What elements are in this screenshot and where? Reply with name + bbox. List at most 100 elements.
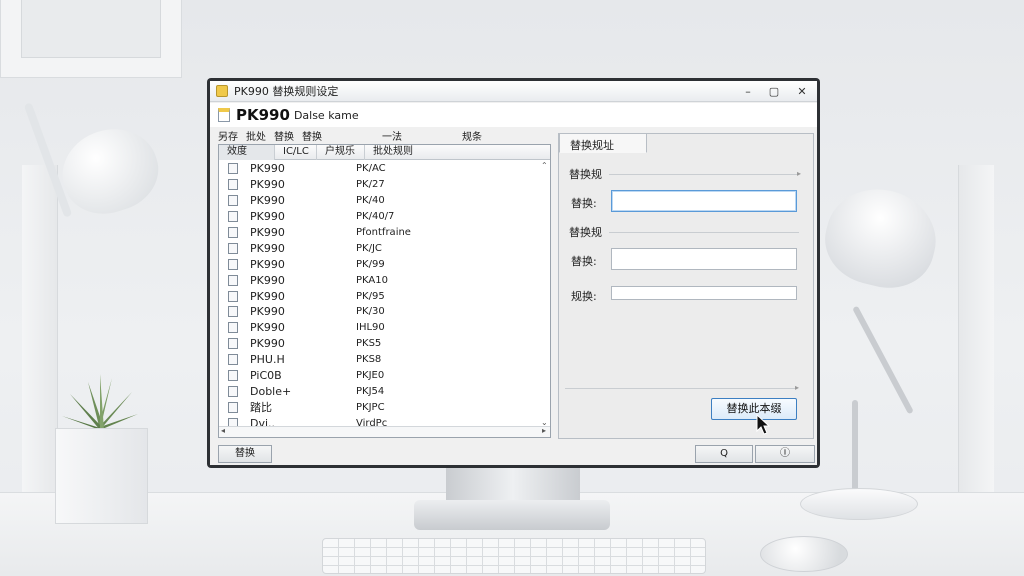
row-code: PKA10 [356,274,388,286]
file-icon [228,354,238,366]
maximize-button[interactable]: ▢ [761,81,787,101]
list-item[interactable]: PK990 PKA10 [219,272,539,288]
section-title-2: 替换规 [569,226,602,239]
section-divider-1 [609,174,799,175]
rule-input[interactable] [611,286,797,300]
tab-replace-rules[interactable]: 替换规址 [559,133,647,153]
apply-button[interactable]: 替换此本缀 [711,398,797,420]
wall-picture-frame [0,0,182,78]
list-item[interactable]: PiC0B PKJE0 [219,368,539,384]
row-code: IHL90 [356,322,385,334]
row-name: PK990 [250,178,285,192]
minimize-button[interactable]: – [735,81,761,101]
row-code: PKJ54 [356,385,385,397]
list-item[interactable]: PK990 PK/27 [219,177,539,193]
folder-icon [216,85,228,97]
list-item[interactable]: PHU.H PKS8 [219,352,539,368]
chevron-right-icon: ▸ [797,169,802,178]
monitor-stand-base [414,500,610,530]
mouse-cursor-icon [756,414,770,435]
file-icon [228,258,238,270]
cancel-button[interactable]: Ⓘ [755,445,815,463]
monitor: PK990 替换规则设定 – ▢ ✕ PK990 Dalse kame 另存 批… [207,78,820,468]
menu-item-2[interactable]: 批处 [246,128,266,143]
row-name: PiC0B [250,369,282,383]
title-bar[interactable]: PK990 替换规则设定 – ▢ ✕ [210,81,817,102]
file-icon [228,195,238,207]
menu-item-6[interactable]: 规条 [462,128,482,143]
file-icon [228,385,238,397]
settings-panel: 替换规址 替换规 ▸ 替换: 替换规 替换: 规换: ▸ 替换此本缀 [558,133,814,439]
monitor-stand-neck [446,464,580,504]
scroll-up-icon[interactable]: ⌃ [541,161,548,170]
list-item[interactable]: PK990 PK/30 [219,304,539,320]
right-lamp-stand [852,400,858,492]
file-icon [228,211,238,223]
menu-item-1[interactable]: 另存 [218,128,238,143]
row-name: PK990 [250,162,285,176]
menu-item-4[interactable]: 替换 [302,128,322,143]
list-item[interactable]: PK990 PKS5 [219,336,539,352]
menu-item-5[interactable]: 一法 [382,128,402,143]
list-item[interactable]: Doble+ PKJ54 [219,383,539,399]
section-divider-2 [609,232,799,233]
row-code: PK/27 [356,179,385,191]
chevron-right-icon-2: ▸ [795,383,800,392]
file-icon [228,227,238,238]
list-item[interactable]: PK990 Pfontfraine [219,225,539,241]
column-header-4[interactable]: 批处规则 [365,145,541,160]
row-name: PK990 [250,241,285,255]
app-header: PK990 Dalse kame [210,103,817,127]
scroll-right-icon[interactable]: ▸ [542,426,546,435]
file-icon [228,163,238,175]
list-item[interactable]: PK990 PK/99 [219,256,539,272]
row-code: PK/99 [356,258,385,270]
row-code: PKJPC [356,401,385,413]
row-code: PK/40/7 [356,211,395,223]
document-icon [218,108,230,122]
file-icon [228,274,238,286]
row-code: PK/JC [356,242,382,254]
row-code: PK/30 [356,306,385,318]
file-icon [228,322,238,334]
window-title: PK990 替换规则设定 [234,85,339,98]
list-item[interactable]: PK990 PK/40/7 [219,209,539,225]
row-code: PK/AC [356,163,386,175]
list-item[interactable]: PK990 PK/AC [219,161,539,177]
vertical-scrollbar[interactable]: ⌃ ⌄ [540,161,550,427]
right-lamp-arm [852,305,914,415]
row-code: PKJE0 [356,370,385,382]
list-item[interactable]: PK990 PK/95 [219,288,539,304]
row-code: Pfontfraine [356,227,411,238]
row-name: PK990 [250,257,285,271]
column-header-3[interactable]: 户规乐 [317,145,365,160]
row-name: PK990 [250,321,285,335]
list-item[interactable]: PK990 PK/JC [219,240,539,256]
replace-input-2[interactable] [611,248,797,270]
window-controls: – ▢ ✕ [735,81,817,101]
succulent-plant [62,374,138,430]
field-label-1: 替换: [571,197,597,210]
horizontal-scrollbar[interactable]: ◂ ▸ [219,426,550,437]
plant-pot [55,428,148,524]
file-icon [228,306,238,318]
close-button[interactable]: ✕ [787,81,817,101]
list-item[interactable]: PK990 IHL90 [219,320,539,336]
field-label-3: 规换: [571,290,597,303]
list-item[interactable]: 踏比 PKJPC [219,399,539,415]
scroll-left-icon[interactable]: ◂ [221,426,225,435]
mouse [760,536,848,572]
row-name: PK990 [250,289,285,303]
left-shelf [22,165,58,495]
column-header-1[interactable]: 效度 [219,145,275,160]
row-name: PK990 [250,273,285,287]
row-name: PK990 [250,337,285,351]
replace-input-1[interactable] [611,190,797,212]
replace-button[interactable]: 替换 [218,445,272,463]
column-header-2[interactable]: IC/LC [275,145,317,160]
ok-button[interactable]: Q [695,445,753,463]
app-name: PK990 [236,106,290,124]
list-item[interactable]: PK990 PK/40 [219,193,539,209]
panel-divider [565,388,797,389]
menu-item-3[interactable]: 替换 [274,128,294,143]
